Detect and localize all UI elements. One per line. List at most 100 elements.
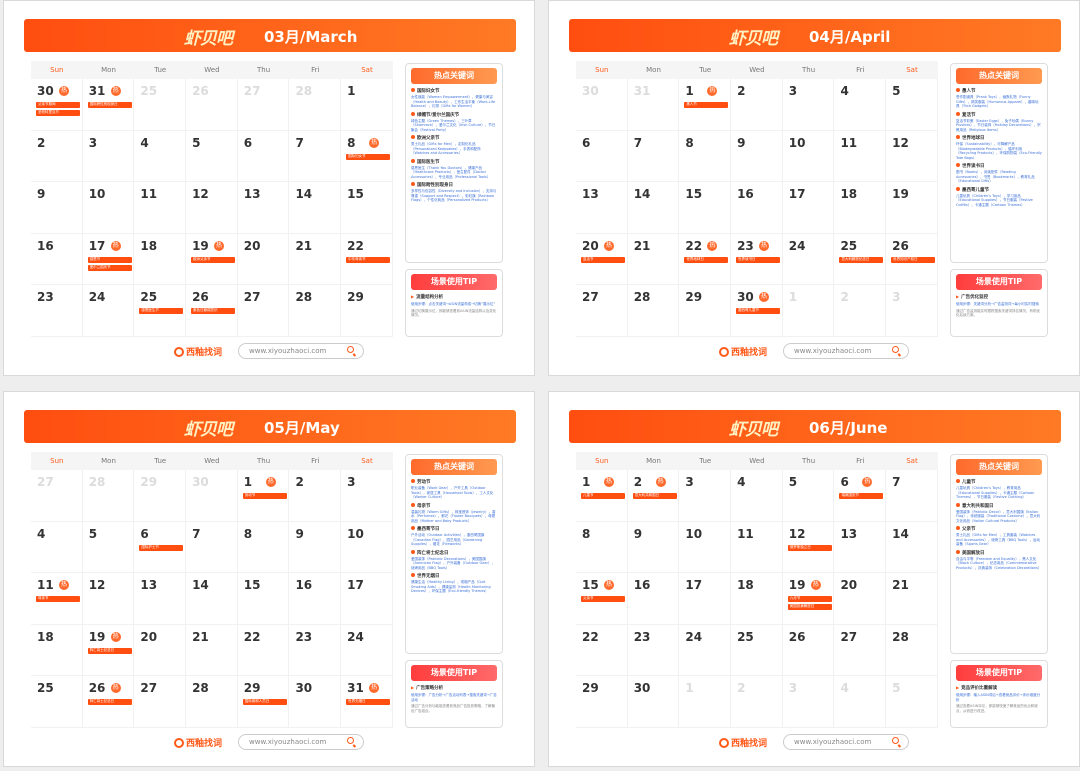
day-cell[interactable]: 4 [834, 79, 887, 131]
day-cell[interactable]: 2 [731, 676, 783, 728]
event-keywords[interactable]: 爱国装饰（Patriotic Decorations），美国国旗（America… [411, 557, 497, 571]
holiday-tag[interactable]: 欧洲父亲节 [191, 256, 236, 263]
day-cell[interactable]: 26 世界知识产权日 [886, 233, 938, 285]
event-keywords[interactable]: 感恩医生（Thank You Doctors），健康产品（Healthcare … [411, 166, 497, 180]
day-cell[interactable]: 25 意大利解放纪念日 [834, 233, 887, 285]
day-cell[interactable]: 16 [731, 182, 783, 234]
day-cell[interactable]: 28 [186, 676, 238, 728]
day-cell[interactable]: 1 热劳动节 [237, 470, 290, 522]
day-cell[interactable]: 1 [341, 79, 393, 131]
day-cell[interactable]: 15 [237, 573, 290, 625]
holiday-tag[interactable]: 父亲节期间 [36, 102, 80, 108]
day-cell[interactable]: 27 [237, 285, 290, 337]
event-keywords[interactable]: 儿童玩具（Children’s Toys），学习用品（Educational S… [956, 194, 1042, 208]
day-cell[interactable]: 28 [82, 470, 135, 522]
holiday-tag[interactable]: 国际护士节 [139, 544, 184, 551]
holiday-tag[interactable]: 感恩节 [87, 256, 132, 263]
day-cell[interactable]: 8 热国际妇女节 [341, 130, 393, 182]
day-cell[interactable]: 3 [782, 79, 835, 131]
day-cell[interactable]: 19 热阵亡将士纪念日 [82, 624, 135, 676]
holiday-tag[interactable]: 意大利共和国日 [632, 493, 677, 499]
day-cell[interactable]: 25 [134, 79, 187, 131]
day-cell[interactable]: 9 [731, 130, 783, 182]
day-cell[interactable]: 4 [31, 521, 83, 573]
day-cell[interactable]: 13 [576, 182, 628, 234]
day-cell[interactable]: 8 [679, 130, 732, 182]
day-cell[interactable]: 4 [731, 470, 783, 522]
event-keywords[interactable]: 温馨礼物（Warm Gifts），珠宝首饰（Jewelry），香水（Perfum… [411, 510, 497, 524]
day-cell[interactable]: 3 [82, 130, 135, 182]
day-cell[interactable]: 25 [31, 676, 83, 728]
day-cell[interactable]: 23 [627, 624, 680, 676]
event-keywords[interactable]: 爱国装饰（Patriotic Decor），意大利国旗（Italian Flag… [956, 510, 1042, 524]
event-keywords[interactable]: 恶作剧道具（Prank Toys），幽默礼物（Funny Gifts），搞笑服装… [956, 95, 1042, 109]
day-cell[interactable]: 11 [834, 130, 887, 182]
day-cell[interactable]: 13 [237, 182, 290, 234]
day-cell[interactable]: 30 [576, 79, 628, 131]
day-cell[interactable]: 15 [679, 182, 732, 234]
day-cell[interactable]: 30 热父亲节期间 圣帕特里克节 [31, 79, 83, 131]
day-cell[interactable]: 22 热世界地球日 [679, 233, 732, 285]
holiday-tag[interactable]: 美国奴隶解放日 [787, 604, 832, 610]
day-cell[interactable]: 26 热阵亡将士纪念日 [82, 676, 135, 728]
day-cell[interactable]: 28 [289, 285, 342, 337]
day-cell[interactable]: 19 [886, 182, 938, 234]
day-cell[interactable]: 10 [82, 182, 135, 234]
day-cell[interactable]: 12 [82, 573, 135, 625]
day-cell[interactable]: 30 [627, 676, 680, 728]
day-cell[interactable]: 29 国际维和人员日 [237, 676, 290, 728]
holiday-tag[interactable]: 六月节 [787, 596, 832, 602]
url-search-box[interactable]: www.xiyouzhaoci.com [783, 734, 909, 750]
day-cell[interactable]: 24 [341, 624, 393, 676]
day-cell[interactable]: 25 感恩医生节 [134, 285, 187, 337]
day-cell[interactable]: 30 [289, 676, 342, 728]
day-cell[interactable]: 13 [834, 521, 887, 573]
day-cell[interactable]: 3 [679, 470, 732, 522]
day-cell[interactable]: 12 俄罗斯独立日 [782, 521, 835, 573]
day-cell[interactable]: 28 [886, 624, 938, 676]
event-keywords[interactable]: 复活节彩蛋（Easter Eggs），兔子玩偶（Bunny Plushies），… [956, 119, 1042, 133]
day-cell[interactable]: 12 [186, 182, 238, 234]
day-cell[interactable]: 15 [341, 182, 393, 234]
day-cell[interactable]: 19 热欧洲父亲节 [186, 233, 238, 285]
holiday-tag[interactable]: 愚人节 [684, 102, 729, 108]
day-cell[interactable]: 6 国际护士节 [134, 521, 187, 573]
holiday-tag[interactable]: 瑞典国庆节 [839, 493, 884, 499]
day-cell[interactable]: 1 热儿童节 [576, 470, 628, 522]
day-cell[interactable]: 14 [289, 182, 342, 234]
day-cell[interactable]: 20 [134, 624, 187, 676]
day-cell[interactable]: 9 [289, 521, 342, 573]
day-cell[interactable]: 24 [679, 624, 732, 676]
day-cell[interactable]: 16 [289, 573, 342, 625]
day-cell[interactable]: 23 [31, 285, 83, 337]
day-cell[interactable]: 24 [782, 233, 835, 285]
search-icon[interactable] [347, 346, 354, 353]
holiday-tag[interactable]: 世界知识产权日 [891, 256, 936, 263]
event-keywords[interactable]: 多样性与包容性（Diversity and Inclusion），支持与尊重（S… [411, 189, 497, 203]
event-keywords[interactable]: 环保（Sustainability），可降解产品（Biodegradable P… [956, 142, 1042, 160]
holiday-tag[interactable]: 世界地球日 [684, 256, 729, 263]
day-cell[interactable]: 14 [186, 573, 238, 625]
event-keywords[interactable]: 职业装备（Work Gear），户外工具（Outdoor Tools），家居工具… [411, 486, 497, 500]
event-keywords[interactable]: 图书（Books），阅读配件（Reading Accessories），书签（B… [956, 170, 1042, 184]
url-search-box[interactable]: www.xiyouzhaoci.com [238, 734, 364, 750]
search-icon[interactable] [892, 737, 899, 744]
holiday-tag[interactable]: 父亲节 [581, 596, 625, 602]
day-cell[interactable]: 29 [134, 470, 187, 522]
day-cell[interactable]: 9 [627, 521, 680, 573]
holiday-tag[interactable]: 爱尔兰国庆节 [87, 264, 132, 271]
day-cell[interactable]: 29 [679, 285, 732, 337]
holiday-tag[interactable]: 阵亡将士纪念日 [87, 699, 132, 705]
search-icon[interactable] [892, 346, 899, 353]
day-cell[interactable]: 16 [31, 233, 83, 285]
day-cell[interactable]: 7 [886, 470, 938, 522]
day-cell[interactable]: 17 [782, 182, 835, 234]
holiday-tag[interactable]: 国际跨性别现身日 [87, 102, 132, 108]
day-cell[interactable]: 27 [576, 285, 628, 337]
day-cell[interactable]: 29 [341, 285, 393, 337]
day-cell[interactable]: 21 [289, 233, 342, 285]
day-cell[interactable]: 29 [576, 676, 628, 728]
day-cell[interactable]: 24 [82, 285, 135, 337]
day-cell[interactable]: 27 [134, 676, 187, 728]
holiday-tag[interactable]: 世界无烟日 [346, 699, 391, 705]
